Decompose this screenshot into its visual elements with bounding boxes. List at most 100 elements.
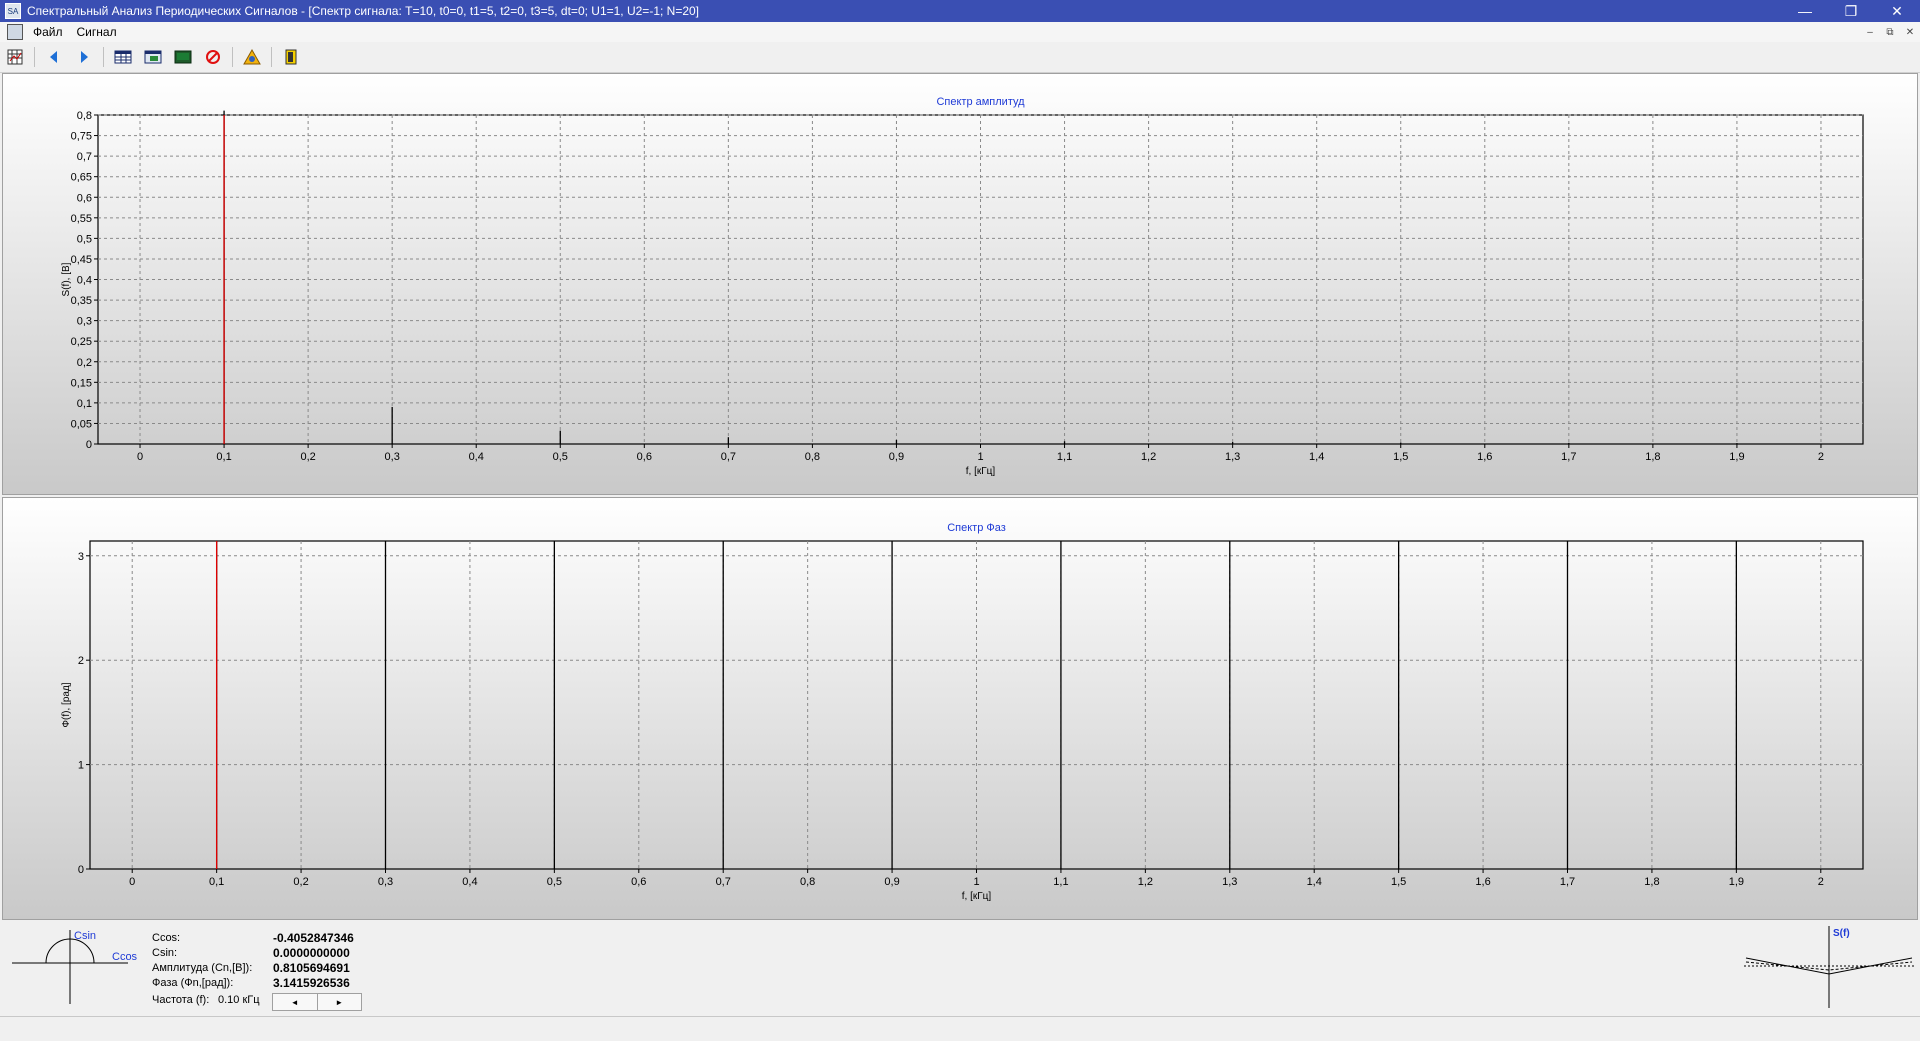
next-button[interactable] <box>69 44 99 70</box>
scroll-right-button[interactable]: ► <box>318 994 362 1010</box>
app-icon[interactable]: SA <box>5 3 21 19</box>
x-tick-label: 0,1 <box>216 451 231 463</box>
x-tick-label: 0,6 <box>637 451 652 463</box>
phase-chart: 0 0,1 0,2 0,3 0,4 0,5 0,6 0,7 0,8 0,9 1 1,1 1,2 1,3 1,… <box>61 522 1864 902</box>
toolbar-separator <box>34 47 35 67</box>
restore-button[interactable]: ❐ <box>1828 0 1874 22</box>
x-tick-label: 0,8 <box>805 451 820 463</box>
x-tick-label: 0,7 <box>721 451 736 463</box>
csin-label: Csin <box>74 930 96 942</box>
menu-signal[interactable]: Сигнал <box>77 25 117 39</box>
x-tick-label: 1,5 <box>1393 451 1408 463</box>
mini-spectrum-preview: S(f) <box>1744 926 1914 1008</box>
y-tick-label: 0,1 <box>77 398 92 410</box>
y-tick-label: 0,2 <box>77 357 92 369</box>
x-tick-label: 1,1 <box>1053 876 1068 888</box>
toolbar-separator <box>103 47 104 67</box>
phase-value: 3.1415926536 <box>273 976 350 990</box>
x-tick-label: 1 <box>973 876 979 888</box>
x-tick-label: 1,9 <box>1729 876 1744 888</box>
table-button[interactable] <box>108 44 138 70</box>
x-tick-label: 1,9 <box>1729 451 1744 463</box>
mini-chart-label: S(f) <box>1833 928 1850 939</box>
x-tick-label: 0,3 <box>385 451 400 463</box>
x-tick-label: 0,7 <box>716 876 731 888</box>
frequency-value: 0.10 кГц <box>218 994 260 1006</box>
mdi-close-button[interactable]: ✕ <box>1900 22 1920 42</box>
screen-button[interactable] <box>168 44 198 70</box>
y-tick-label: 0,25 <box>71 336 92 348</box>
csin-label-row: Csin: <box>152 947 178 959</box>
warning-icon <box>243 49 261 65</box>
exit-button[interactable] <box>276 44 306 70</box>
ccos-label-row: Ccos: <box>152 932 181 944</box>
x-tick-label: 1,2 <box>1141 451 1156 463</box>
mdi-minimize-button[interactable]: – <box>1860 22 1880 42</box>
screen-icon <box>174 50 192 64</box>
x-tick-label: 0,9 <box>889 451 904 463</box>
table-icon <box>114 50 132 64</box>
ccos-label: Ccos <box>112 951 138 963</box>
y-tick-label: 0 <box>78 864 84 876</box>
amplitude-chart-panel: 0 0,1 0,2 0,3 0,4 0,5 0,6 0,7 0,8 0,9 1 1,1 1,2 1,3 1,… <box>2 73 1918 495</box>
arrow-left-icon <box>50 51 57 63</box>
x-tick-label: 0,8 <box>800 876 815 888</box>
grid-button[interactable] <box>0 44 30 70</box>
menu-file[interactable]: Файл <box>33 25 63 39</box>
phase-chart-panel: 0 0,1 0,2 0,3 0,4 0,5 0,6 0,7 0,8 0,9 1 1,1 1,2 1,3 1,… <box>2 497 1918 920</box>
scroll-left-button[interactable]: ◄ <box>273 994 318 1010</box>
stop-button[interactable] <box>198 44 228 70</box>
x-tick-label: 1,4 <box>1309 451 1324 463</box>
frequency-label: Частота (f): <box>152 994 210 1006</box>
x-tick-label: 1,1 <box>1057 451 1072 463</box>
amplitude-label-row: Амплитуда (Cn,[B]): <box>152 962 253 974</box>
x-tick-label: 1,3 <box>1225 451 1240 463</box>
exit-door-icon <box>285 49 297 65</box>
mdi-child-icon[interactable] <box>7 24 23 40</box>
toolbar-separator <box>232 47 233 67</box>
x-tick-label: 2 <box>1818 876 1824 888</box>
x-tick-label: 0,1 <box>209 876 224 888</box>
y-tick-label: 0,4 <box>77 275 92 287</box>
x-tick-label: 0,5 <box>553 451 568 463</box>
y-tick-label: 3 <box>78 551 84 563</box>
x-tick-label: 0 <box>129 876 135 888</box>
amplitude-chart: 0 0,1 0,2 0,3 0,4 0,5 0,6 0,7 0,8 0,9 1 1,1 1,2 1,3 1,… <box>61 96 1864 477</box>
x-tick-label: 0,4 <box>469 451 484 463</box>
table-image-button[interactable] <box>138 44 168 70</box>
y-tick-label: 0,6 <box>77 192 92 204</box>
status-bar <box>0 1016 1920 1041</box>
arrow-right-icon <box>81 51 88 63</box>
x-tick-label: 0,2 <box>293 876 308 888</box>
x-tick-label: 0,9 <box>884 876 899 888</box>
y-tick-label: 0,05 <box>71 418 92 430</box>
y-tick-label: 0 <box>86 439 92 451</box>
x-tick-label: 0,3 <box>378 876 393 888</box>
y-tick-label: 0,5 <box>77 233 92 245</box>
warning-button[interactable] <box>237 44 267 70</box>
y-tick-label: 0,75 <box>71 131 92 143</box>
frequency-scrollbar[interactable]: ◄ ► <box>272 993 362 1011</box>
x-tick-label: 1,4 <box>1307 876 1322 888</box>
x-tick-label: 1,7 <box>1560 876 1575 888</box>
mdi-restore-button[interactable]: ⧉ <box>1880 22 1900 42</box>
x-tick-label: 0,4 <box>462 876 477 888</box>
phase-label-row: Фаза (Фn,[рад]): <box>152 977 234 989</box>
x-tick-label: 1,3 <box>1222 876 1237 888</box>
y-axis-label: S(f), [B] <box>61 262 72 296</box>
y-tick-label: 0,45 <box>71 254 92 266</box>
close-button[interactable]: ✕ <box>1874 0 1920 22</box>
x-tick-label: 0,6 <box>631 876 646 888</box>
x-tick-label: 0,5 <box>547 876 562 888</box>
coefficient-diagram: Csin Ccos <box>12 930 138 1004</box>
y-tick-label: 0,35 <box>71 295 92 307</box>
grid-icon <box>7 49 23 65</box>
x-tick-label: 1,8 <box>1645 451 1660 463</box>
x-tick-label: 1,8 <box>1644 876 1659 888</box>
prev-button[interactable] <box>39 44 69 70</box>
toolbar-separator <box>271 47 272 67</box>
minimize-button[interactable]: — <box>1782 0 1828 22</box>
x-tick-label: 1,5 <box>1391 876 1406 888</box>
stop-icon <box>206 50 220 64</box>
y-tick-label: 2 <box>78 655 84 667</box>
